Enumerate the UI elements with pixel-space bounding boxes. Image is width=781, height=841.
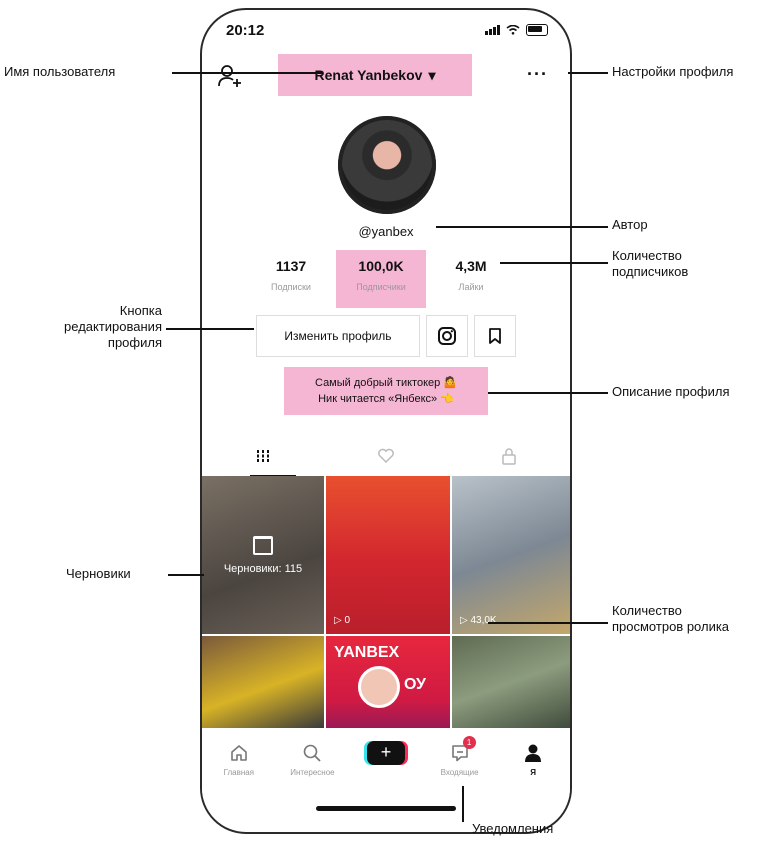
- chevron-down-icon: ▾: [428, 66, 436, 83]
- callout-description: Описание профиля: [612, 384, 730, 399]
- favorites-button[interactable]: [474, 315, 516, 357]
- video-grid: Черновики: 115 ▷ 0 ▷ 43,0K YANBEX ОУ: [202, 476, 570, 728]
- phone-frame: 20:12 Renat Yanbekov ▾ ··· @yanbex 1137 …: [200, 8, 572, 834]
- callout-line: [568, 72, 608, 74]
- content-tabs: [202, 436, 570, 477]
- notification-badge: 1: [462, 736, 476, 749]
- profile-actions: Изменить профиль: [256, 315, 516, 357]
- callout-line: [436, 226, 608, 228]
- tab-profile-label: Я: [530, 768, 537, 777]
- profile-icon: [525, 744, 542, 762]
- tab-home[interactable]: Главная: [202, 730, 276, 800]
- bio-line-2: Ник читается «Янбекс» 👈: [318, 393, 454, 405]
- video-thumbnail-face: [358, 666, 400, 708]
- video-tile[interactable]: [202, 636, 324, 728]
- tab-inbox[interactable]: 1 Входящие: [423, 730, 497, 800]
- video-tile[interactable]: YANBEX ОУ: [326, 636, 450, 728]
- callout-settings: Настройки профиля: [612, 64, 734, 79]
- wifi-icon: [506, 25, 520, 35]
- lock-icon: [501, 448, 516, 465]
- battery-icon: [526, 24, 548, 36]
- username-label: Renat Yanbekov: [314, 67, 423, 83]
- callout-username: Имя пользователя: [4, 64, 116, 79]
- video-tile[interactable]: [452, 636, 570, 728]
- grid-icon: [257, 450, 270, 462]
- home-icon: [230, 745, 247, 761]
- callout-notifications: Уведомления: [472, 821, 554, 836]
- profile-stats: 1137 Подписки 100,0K Подписчики 4,3M Лай…: [246, 250, 516, 308]
- home-indicator: [316, 806, 456, 811]
- callout-followers-line2: подписчиков: [612, 264, 689, 279]
- tab-liked[interactable]: [325, 436, 448, 476]
- video-tile[interactable]: ▷ 43,0K: [452, 476, 570, 634]
- stat-following-label: Подписки: [271, 282, 311, 292]
- callout-followers: Количество подписчиков: [612, 248, 688, 280]
- view-count-value: 0: [344, 615, 351, 626]
- callout-line: [462, 786, 464, 822]
- tab-create[interactable]: +: [349, 730, 423, 800]
- status-icons: [485, 24, 548, 36]
- callout-views: Количество просмотров ролика: [612, 603, 729, 635]
- stat-followers-label: Подписчики: [356, 282, 406, 292]
- tab-inbox-label: Входящие: [440, 768, 479, 777]
- callout-edit-line3: профиля: [107, 335, 162, 350]
- callout-line: [172, 72, 322, 74]
- callout-line: [166, 328, 254, 330]
- instagram-button[interactable]: [426, 315, 468, 357]
- search-icon: [304, 744, 322, 762]
- stat-followers-value: 100,0K: [358, 258, 404, 274]
- add-user-icon[interactable]: [216, 62, 244, 90]
- callout-views-line2: просмотров ролика: [612, 619, 730, 634]
- view-count: ▷ 0: [334, 615, 351, 626]
- tab-home-label: Главная: [223, 768, 255, 777]
- drafts-overlay: Черновики: 115: [202, 536, 324, 575]
- callout-followers-line1: Количество: [612, 248, 682, 263]
- stat-likes: 4,3M Лайки: [426, 250, 516, 308]
- plus-icon: +: [366, 741, 405, 765]
- callout-line: [168, 574, 204, 576]
- tab-discover-label: Интересное: [290, 768, 335, 777]
- callout-drafts: Черновики: [66, 566, 131, 581]
- callout-edit-line2: редактирования: [64, 319, 162, 334]
- stat-following[interactable]: 1137 Подписки: [246, 250, 336, 308]
- callout-views-line1: Количество: [612, 603, 682, 618]
- callout-author: Автор: [612, 217, 648, 232]
- callout-edit-profile: Кнопка редактирования профиля: [20, 303, 162, 351]
- more-options-icon[interactable]: ···: [527, 64, 548, 85]
- view-count-value: 43,0K: [470, 615, 497, 626]
- bookmark-icon: [489, 328, 501, 344]
- username-switcher[interactable]: Renat Yanbekov ▾: [278, 54, 472, 96]
- drafts-icon: [253, 536, 273, 555]
- stat-following-value: 1137: [275, 258, 307, 274]
- callout-line: [500, 262, 608, 264]
- instagram-icon: [438, 327, 456, 345]
- bio-line-1: Самый добрый тиктокер 🤷: [315, 377, 457, 389]
- heart-icon: [378, 448, 394, 464]
- status-time: 20:12: [226, 22, 265, 39]
- callout-line: [488, 622, 608, 624]
- drafts-count: Черновики: 115: [223, 563, 303, 575]
- video-title: YANBEX: [334, 644, 400, 661]
- video-tile[interactable]: ▷ 0: [326, 476, 450, 634]
- avatar[interactable]: [338, 116, 436, 214]
- drafts-tile[interactable]: Черновики: 115: [202, 476, 324, 634]
- tab-videos[interactable]: [202, 436, 325, 477]
- stat-likes-value: 4,3M: [455, 258, 487, 274]
- video-subtitle: ОУ: [404, 676, 426, 693]
- stat-likes-label: Лайки: [458, 282, 484, 292]
- callout-line: [488, 392, 608, 394]
- stat-followers[interactable]: 100,0K Подписчики: [336, 250, 426, 308]
- tab-discover[interactable]: Интересное: [276, 730, 350, 800]
- view-count: ▷ 43,0K: [460, 615, 497, 626]
- profile-bio: Самый добрый тиктокер 🤷 Ник читается «Ян…: [284, 367, 488, 415]
- bottom-tabbar: Главная Интересное + 1 Входящие Я: [202, 730, 570, 800]
- callout-edit-line1: Кнопка: [119, 303, 162, 318]
- signal-icon: [485, 25, 500, 35]
- tab-private[interactable]: [447, 436, 570, 476]
- edit-profile-button[interactable]: Изменить профиль: [256, 315, 420, 357]
- tab-profile[interactable]: Я: [496, 730, 570, 800]
- profile-header: Renat Yanbekov ▾ ···: [202, 50, 570, 105]
